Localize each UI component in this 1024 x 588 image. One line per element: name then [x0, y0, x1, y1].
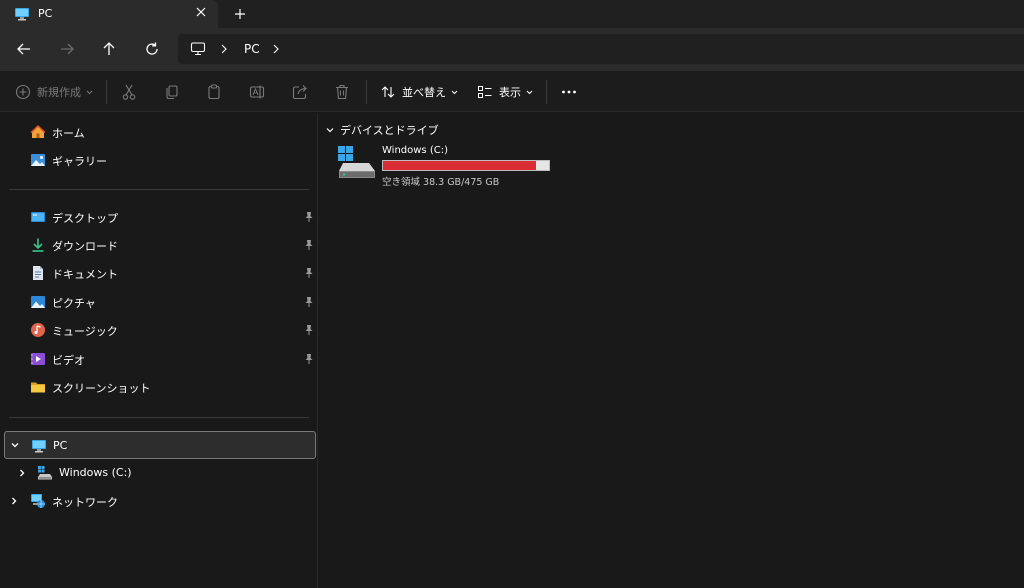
sidebar-divider	[9, 189, 309, 190]
drive-free-space: 空き領域 38.3 GB/475 GB	[382, 177, 500, 188]
view-label: 表示	[499, 86, 521, 99]
tab-title: PC	[38, 7, 53, 20]
chevron-right-icon[interactable]	[219, 43, 229, 55]
gallery-icon	[31, 154, 45, 166]
chevron-right-icon[interactable]	[9, 496, 19, 506]
drive-usage-fill	[383, 161, 536, 170]
share-icon[interactable]	[292, 83, 308, 101]
tab-pc[interactable]: PC	[0, 0, 218, 28]
chevron-down-icon	[526, 90, 533, 94]
monitor-icon	[190, 42, 206, 56]
drive-name: Windows (C:)	[382, 145, 448, 156]
toolbar-divider	[366, 80, 367, 104]
forward-arrow-icon[interactable]	[58, 40, 76, 58]
sidebar-item-label: ビデオ	[52, 354, 85, 367]
view-list-icon	[478, 86, 492, 98]
refresh-icon[interactable]	[143, 40, 161, 58]
folder-icon	[31, 382, 45, 393]
navigation-bar: PC	[0, 28, 1024, 71]
sidebar-item-label: Windows (C:)	[59, 466, 132, 479]
video-icon	[31, 353, 45, 365]
sidebar-item-downloads[interactable]: ダウンロード	[4, 232, 316, 258]
new-tab-icon[interactable]	[232, 6, 248, 22]
tab-strip: PC	[0, 0, 1024, 28]
sidebar-item-label: ギャラリー	[52, 155, 107, 168]
download-icon	[32, 238, 44, 252]
sort-arrows-icon	[381, 86, 395, 98]
back-arrow-icon[interactable]	[15, 40, 33, 58]
paste-icon[interactable]	[206, 83, 222, 101]
drive-windows-c[interactable]: Windows (C:) 空き領域 38.3 GB/475 GB	[337, 143, 577, 189]
sidebar-item-home[interactable]: ホーム	[4, 119, 316, 145]
view-button[interactable]: 表示	[477, 83, 533, 101]
breadcrumb-pc[interactable]: PC	[244, 42, 260, 56]
copy-icon[interactable]	[164, 83, 180, 101]
navigation-pane: ホーム ギャラリー デスクトップ ダウンロード ドキュメント ピクチャ ミュージ…	[0, 113, 318, 588]
more-options-icon[interactable]	[560, 83, 578, 101]
sidebar-item-label: スクリーンショット	[52, 382, 151, 395]
sidebar-item-windows-c[interactable]: Windows (C:)	[4, 460, 316, 486]
sidebar-item-label: ホーム	[52, 127, 85, 140]
address-bar[interactable]: PC	[178, 34, 1024, 64]
close-icon[interactable]	[194, 5, 208, 19]
sidebar-item-label: ミュージック	[52, 325, 118, 338]
chevron-down-icon	[451, 90, 458, 94]
pin-icon[interactable]	[304, 267, 314, 279]
up-arrow-icon[interactable]	[100, 40, 118, 58]
music-icon	[31, 323, 45, 337]
sidebar-item-desktop[interactable]: デスクトップ	[4, 204, 316, 230]
sidebar-item-music[interactable]: ミュージック	[4, 317, 316, 343]
group-title: デバイスとドライブ	[340, 124, 439, 137]
sidebar-item-pc[interactable]: PC	[4, 431, 316, 459]
sidebar-item-gallery[interactable]: ギャラリー	[4, 147, 316, 173]
pin-icon[interactable]	[304, 353, 314, 365]
command-bar: 新規作成 並べ替え 表示	[0, 72, 1024, 112]
chevron-down-icon	[326, 128, 334, 133]
rename-icon[interactable]	[249, 83, 265, 101]
sidebar-item-label: ネットワーク	[52, 496, 118, 509]
sidebar-item-documents[interactable]: ドキュメント	[4, 260, 316, 286]
drive-icon	[338, 146, 375, 178]
cut-icon[interactable]	[121, 83, 137, 101]
chevron-right-icon[interactable]	[271, 43, 281, 55]
chevron-down-icon[interactable]	[10, 440, 20, 450]
document-icon	[33, 266, 43, 280]
delete-icon[interactable]	[334, 83, 350, 101]
pin-icon[interactable]	[304, 211, 314, 223]
sidebar-item-videos[interactable]: ビデオ	[4, 346, 316, 372]
toolbar-divider	[546, 80, 547, 104]
pin-icon[interactable]	[304, 239, 314, 251]
network-icon	[31, 494, 45, 508]
pin-icon[interactable]	[304, 296, 314, 308]
group-header-devices[interactable]: デバイスとドライブ	[325, 122, 439, 138]
plus-circle-icon	[15, 84, 31, 100]
sidebar-item-pictures[interactable]: ピクチャ	[4, 289, 316, 315]
home-icon	[30, 124, 46, 138]
sidebar-item-screenshots[interactable]: スクリーンショット	[4, 374, 316, 400]
sidebar-item-label: ダウンロード	[52, 240, 118, 253]
pin-icon[interactable]	[304, 324, 314, 336]
chevron-down-icon	[86, 90, 93, 94]
monitor-icon	[32, 440, 46, 453]
pictures-icon	[31, 296, 45, 308]
new-button[interactable]: 新規作成	[15, 83, 93, 101]
monitor-icon	[15, 8, 29, 21]
sidebar-divider	[9, 417, 309, 418]
sort-label: 並べ替え	[402, 86, 446, 99]
sort-button[interactable]: 並べ替え	[380, 83, 458, 101]
sidebar-item-label: デスクトップ	[52, 212, 118, 225]
sidebar-item-label: PC	[53, 439, 68, 452]
drive-icon	[38, 466, 52, 480]
sidebar-item-network[interactable]: ネットワーク	[4, 488, 316, 514]
sidebar-item-label: ピクチャ	[52, 297, 96, 310]
new-label: 新規作成	[37, 86, 81, 99]
content-pane: デバイスとドライブ Windows (C:) 空き領域 38.3 GB/475 …	[319, 113, 1024, 588]
drive-usage-bar	[382, 160, 550, 171]
desktop-icon	[31, 212, 45, 222]
chevron-right-icon[interactable]	[17, 468, 27, 478]
sidebar-item-label: ドキュメント	[52, 268, 118, 281]
toolbar-divider	[106, 80, 107, 104]
